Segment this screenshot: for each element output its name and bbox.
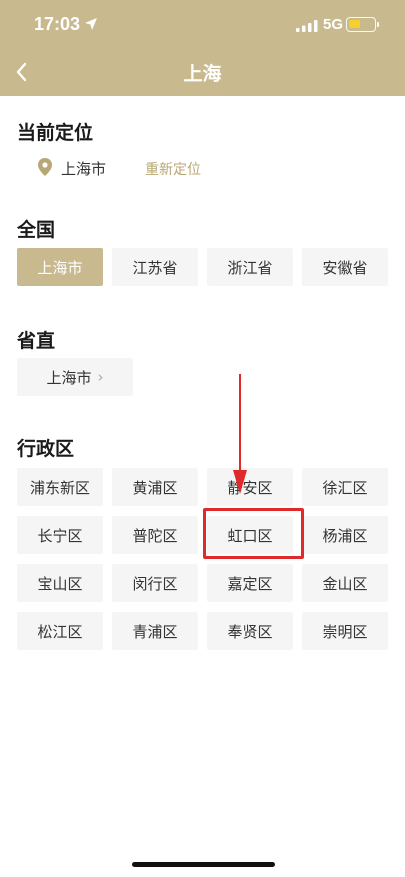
district-xuhui[interactable]: 徐汇区 xyxy=(302,468,388,506)
district-huangpu[interactable]: 黄浦区 xyxy=(112,468,198,506)
chip-jiangsu[interactable]: 江苏省 xyxy=(112,248,198,286)
district-minhang[interactable]: 闵行区 xyxy=(112,564,198,602)
province-direct-label: 上海市 xyxy=(46,368,92,387)
chevron-right-icon: › xyxy=(97,368,104,386)
district-fengxian[interactable]: 奉贤区 xyxy=(207,612,293,650)
district-baoshan[interactable]: 宝山区 xyxy=(17,564,103,602)
signal-icon xyxy=(296,20,318,32)
chip-anhui[interactable]: 安徽省 xyxy=(302,248,388,286)
district-qingpu[interactable]: 青浦区 xyxy=(112,612,198,650)
district-chongming[interactable]: 崇明区 xyxy=(302,612,388,650)
highlight-box xyxy=(203,508,304,559)
network-type: 5G xyxy=(323,16,344,33)
district-jingan[interactable]: 静安区 xyxy=(207,468,293,506)
battery-tip xyxy=(377,22,379,27)
home-indicator xyxy=(132,862,275,867)
province-direct-heading: 省直 xyxy=(17,330,56,352)
district-jinshan[interactable]: 金山区 xyxy=(302,564,388,602)
annotation-arrow-icon xyxy=(233,374,247,494)
current-city[interactable]: 上海市 xyxy=(61,158,106,179)
nationwide-heading: 全国 xyxy=(17,219,56,241)
relocate-button[interactable]: 重新定位 xyxy=(145,159,201,179)
page-title: 上海 xyxy=(183,63,222,85)
location-pin-icon xyxy=(38,158,52,176)
districts-heading: 行政区 xyxy=(17,438,75,460)
header-bar: 17:03 5G 上海 xyxy=(0,0,405,96)
district-jiading[interactable]: 嘉定区 xyxy=(207,564,293,602)
chip-shanghai[interactable]: 上海市 xyxy=(17,248,103,286)
location-arrow-icon xyxy=(85,18,97,30)
status-time: 17:03 xyxy=(34,14,81,34)
district-changning[interactable]: 长宁区 xyxy=(17,516,103,554)
chip-zhejiang[interactable]: 浙江省 xyxy=(207,248,293,286)
province-direct-chip[interactable]: 上海市 › xyxy=(17,358,133,396)
district-yangpu[interactable]: 杨浦区 xyxy=(302,516,388,554)
district-putuo[interactable]: 普陀区 xyxy=(112,516,198,554)
district-songjiang[interactable]: 松江区 xyxy=(17,612,103,650)
current-location-heading: 当前定位 xyxy=(17,122,94,144)
district-pudong[interactable]: 浦东新区 xyxy=(17,468,103,506)
battery-icon xyxy=(346,17,376,32)
